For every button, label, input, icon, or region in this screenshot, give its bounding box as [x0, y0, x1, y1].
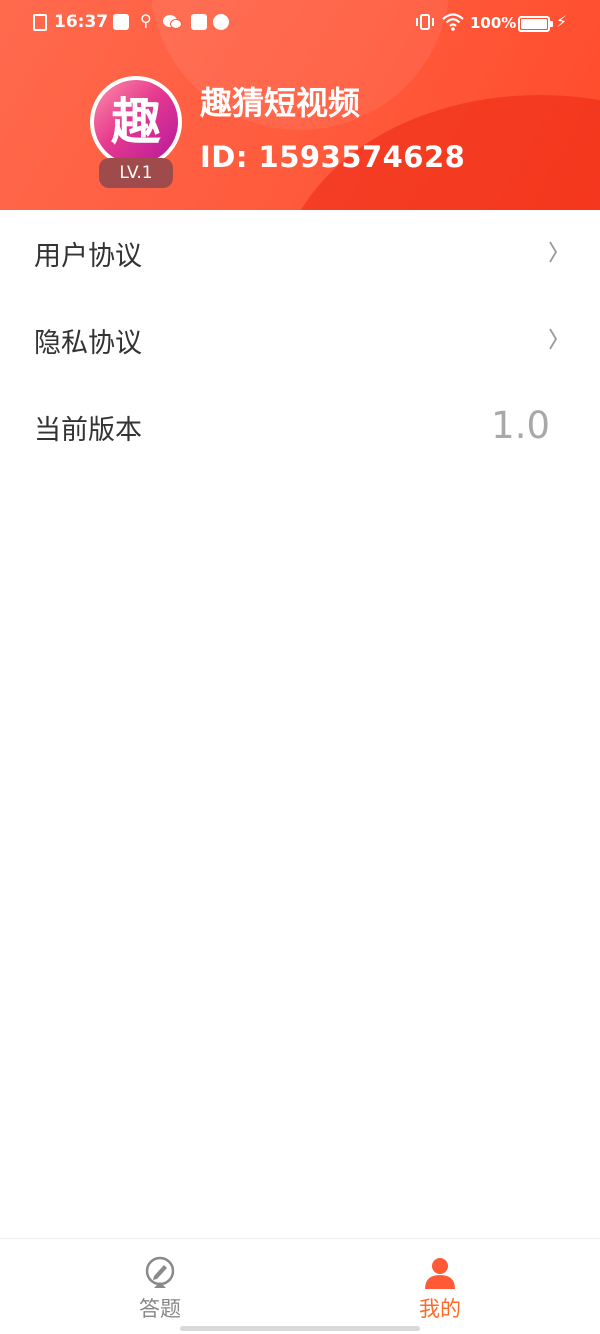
version-value: 1.0: [491, 404, 550, 447]
notification-app-icon: [113, 14, 129, 30]
charging-icon: ⚡: [556, 12, 568, 31]
menu-item-label: 用户协议: [34, 241, 142, 272]
vibrate-icon: [416, 14, 434, 30]
tab-quiz[interactable]: 答题: [100, 1239, 220, 1334]
pencil-icon: [145, 1256, 175, 1288]
tab-mine[interactable]: 我的: [380, 1239, 500, 1334]
wifi-icon: [442, 13, 464, 31]
menu-item-label: 当前版本: [34, 415, 142, 446]
chevron-right-icon: [549, 241, 558, 263]
menu-item-privacy-policy[interactable]: 隐私协议: [0, 297, 600, 384]
wechat-icon: [163, 15, 182, 29]
bottom-tab-bar: 答题 我的: [0, 1238, 600, 1334]
app-logo-icon: 趣: [94, 80, 178, 164]
tab-label: 答题: [139, 1297, 181, 1321]
tab-label: 我的: [419, 1297, 461, 1321]
battery-percent: 100%: [470, 14, 517, 32]
sim-icon: [33, 14, 47, 31]
chevron-right-icon: [549, 328, 558, 350]
app-name: 趣猜短视频: [200, 84, 361, 122]
menu-item-current-version: 当前版本 1.0: [0, 384, 600, 471]
status-bar: 16:37 ⚲ 100% ⚡: [0, 0, 600, 46]
user-id: ID: 1593574628: [200, 140, 466, 174]
menu-item-label: 隐私协议: [34, 328, 142, 359]
speed-icon: [213, 14, 229, 30]
status-time: 16:37: [54, 12, 109, 32]
avatar[interactable]: 趣: [90, 76, 182, 168]
usb-icon: ⚲: [140, 11, 152, 30]
mail-icon: [191, 14, 207, 30]
user-icon: [425, 1258, 455, 1289]
level-badge: LV.1: [99, 158, 173, 188]
home-indicator[interactable]: [180, 1326, 420, 1331]
menu-item-user-agreement[interactable]: 用户协议: [0, 210, 600, 297]
settings-menu: 用户协议 隐私协议 当前版本 1.0: [0, 210, 600, 471]
battery-icon: [518, 16, 553, 32]
